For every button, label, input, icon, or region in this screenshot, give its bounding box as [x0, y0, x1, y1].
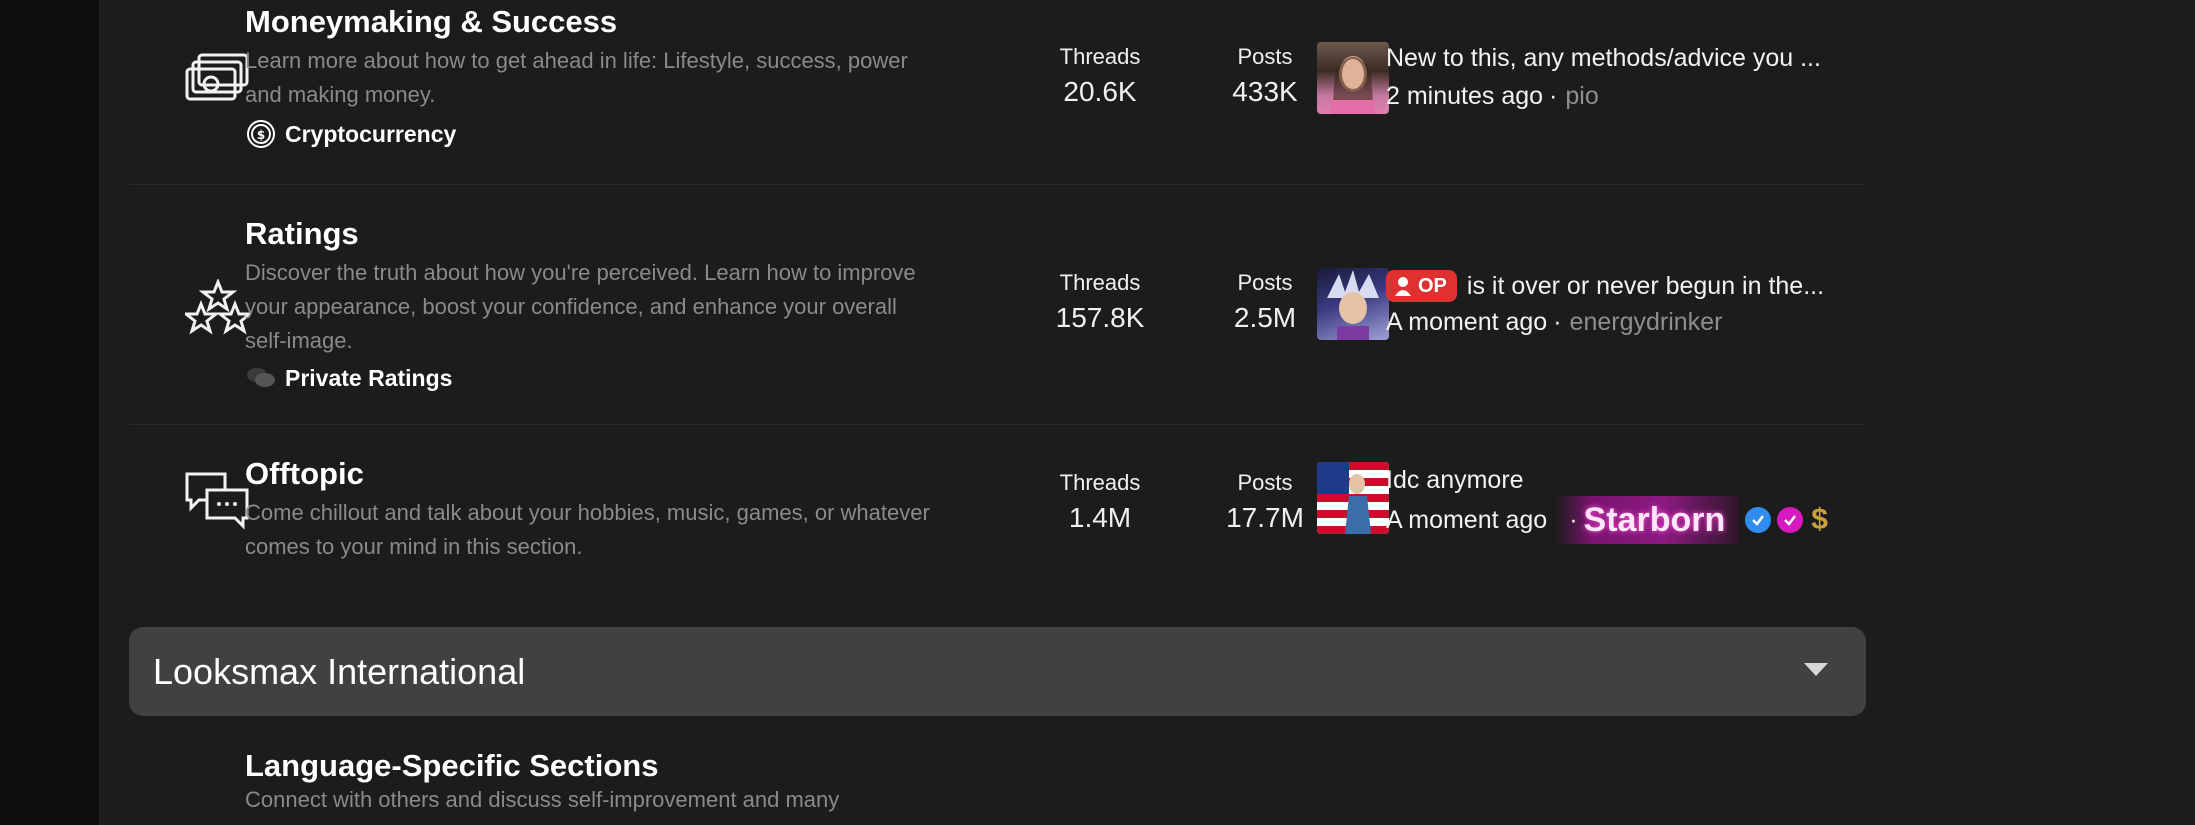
- last-post-title-row: OP is it over or never begun in the...: [1386, 270, 1866, 302]
- forum-description: Discover the truth about how you're perc…: [245, 260, 916, 353]
- last-post-title[interactable]: is it over or never begun in the...: [1467, 272, 1824, 301]
- threads-stat: Threads 20.6K: [1035, 44, 1165, 108]
- meta-separator: ·: [1549, 82, 1558, 110]
- threads-count: 1.4M: [1068, 502, 1132, 533]
- last-post-user[interactable]: energydrinker: [1570, 308, 1723, 337]
- meta-separator: ·: [1553, 308, 1562, 336]
- posts-stat: Posts 17.7M: [1200, 470, 1330, 534]
- money-icon: [185, 44, 251, 110]
- dollar-icon: $: [1811, 503, 1828, 536]
- posts-label: Posts: [1237, 470, 1293, 495]
- posts-label: Posts: [1237, 44, 1293, 69]
- last-post-meta: A moment ago · Starborn $: [1386, 496, 1828, 544]
- posts-count: 433K: [1232, 76, 1298, 107]
- coin-icon: $: [245, 118, 277, 150]
- avatar[interactable]: [1317, 462, 1389, 534]
- threads-stat: Threads 157.8K: [1035, 270, 1165, 334]
- forum-title[interactable]: Language-Specific Sections: [245, 748, 658, 784]
- threads-label: Threads: [1059, 470, 1141, 495]
- premium-check-icon: [1777, 507, 1804, 533]
- last-post-user: Starborn: [1583, 500, 1726, 539]
- posts-stat: Posts 433K: [1200, 44, 1330, 108]
- forum-node-ratings: Ratings Discover the truth about how you…: [129, 184, 1866, 425]
- threads-stat: Threads 1.4M: [1035, 470, 1165, 534]
- posts-stat: Posts 2.5M: [1200, 270, 1330, 334]
- category-title: Looksmax International: [153, 651, 526, 692]
- forum-description: Learn more about how to get ahead in lif…: [245, 48, 908, 107]
- last-post-user-banner[interactable]: · Starborn: [1555, 496, 1740, 544]
- subforum-label: Private Ratings: [285, 364, 453, 391]
- subforum-link-private-ratings[interactable]: Private Ratings: [245, 362, 452, 394]
- chat-bubbles-icon: [245, 362, 277, 394]
- forum-description: Come chillout and talk about your hobbie…: [245, 500, 930, 559]
- user-icon: [1395, 277, 1411, 296]
- verified-icon: [1745, 507, 1772, 533]
- category-header[interactable]: Looksmax International: [129, 627, 1866, 716]
- last-post-title[interactable]: New to this, any methods/advice you ...: [1386, 44, 1866, 73]
- forum-list: Moneymaking & Success Learn more about h…: [99, 0, 2195, 825]
- posts-label: Posts: [1237, 270, 1293, 295]
- forum-title[interactable]: Ratings: [245, 216, 359, 252]
- posts-count: 17.7M: [1226, 502, 1304, 533]
- last-post-meta: A moment ago · energydrinker: [1386, 308, 1722, 337]
- threads-label: Threads: [1059, 44, 1141, 69]
- threads-count: 20.6K: [1063, 76, 1137, 107]
- forum-description: Connect with others and discuss self-imp…: [245, 787, 840, 812]
- avatar[interactable]: [1317, 268, 1389, 340]
- meta-separator: ·: [1569, 505, 1578, 534]
- subforum-link-cryptocurrency[interactable]: $ Cryptocurrency: [245, 118, 456, 150]
- last-post-time: 2 minutes ago: [1386, 82, 1544, 110]
- chevron-down-icon[interactable]: [1804, 663, 1828, 676]
- threads-label: Threads: [1059, 270, 1141, 295]
- avatar[interactable]: [1317, 42, 1389, 114]
- posts-count: 2.5M: [1233, 302, 1297, 333]
- last-post-title[interactable]: Idc anymore: [1386, 466, 1866, 495]
- chat-icon: [185, 468, 251, 534]
- last-post-user[interactable]: pio: [1565, 82, 1598, 111]
- subforum-label: Cryptocurrency: [285, 120, 457, 147]
- forum-title[interactable]: Moneymaking & Success: [245, 4, 617, 40]
- forum-title[interactable]: Offtopic: [245, 456, 364, 492]
- threads-count: 157.8K: [1055, 302, 1145, 333]
- last-post-time: A moment ago: [1386, 505, 1548, 534]
- forum-node-moneymaking: Moneymaking & Success Learn more about h…: [129, 0, 1866, 185]
- last-post-time: A moment ago: [1386, 308, 1548, 336]
- op-badge: OP: [1386, 270, 1457, 302]
- stars-icon: [185, 274, 251, 340]
- op-badge-label: OP: [1418, 274, 1447, 297]
- last-post-meta: 2 minutes ago · pio: [1386, 82, 1599, 111]
- forum-node-offtopic: Offtopic Come chillout and talk about yo…: [129, 424, 1866, 584]
- svg-text:$: $: [257, 128, 265, 142]
